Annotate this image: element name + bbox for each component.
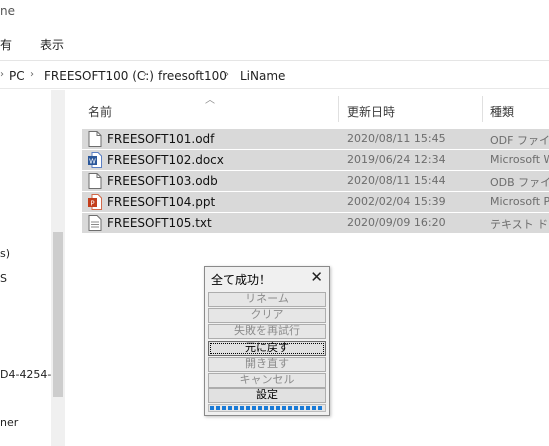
ribbon-tab-view[interactable]: 表示 <box>40 36 64 53</box>
retry-failed-button[interactable]: 失敗を再試行 <box>208 324 326 339</box>
chevron-right-icon[interactable]: › <box>30 69 34 80</box>
word-doc-icon: W <box>88 152 102 168</box>
window-title: ne <box>0 4 15 18</box>
column-header-modified[interactable]: 更新日時 <box>347 103 395 120</box>
close-icon[interactable]: ✕ <box>310 268 323 286</box>
breadcrumb-current[interactable]: LiName <box>240 69 285 83</box>
file-date: 2020/08/11 15:44 <box>347 174 446 187</box>
chevron-right-icon[interactable]: › <box>143 69 147 80</box>
file-date: 2020/09/09 16:20 <box>347 216 446 229</box>
svg-text:P: P <box>90 200 94 208</box>
nav-item[interactable]: ner <box>0 416 18 429</box>
column-divider[interactable] <box>482 96 483 122</box>
file-type: テキスト ドキ <box>490 218 549 231</box>
file-name: FREESOFT103.odb <box>107 174 218 188</box>
nav-item[interactable]: S <box>0 272 7 285</box>
file-row[interactable]: FREESOFT103.odb 2020/08/11 15:44 ODB ファイ… <box>82 171 549 192</box>
breadcrumb-folder[interactable]: freesoft100 <box>158 69 227 83</box>
clear-button[interactable]: クリア <box>208 308 326 323</box>
file-date: 2002/02/04 15:39 <box>347 195 446 208</box>
chevron-right-icon[interactable]: › <box>0 69 4 80</box>
result-dialog: 全て成功！ ✕ リネーム クリア 失敗を再試行 元に戻す 開き直す キャンセル … <box>204 266 330 416</box>
file-row[interactable]: W FREESOFT102.docx 2019/06/24 12:34 Micr… <box>82 150 549 171</box>
breadcrumb-pc[interactable]: PC <box>9 69 25 83</box>
file-row[interactable]: P FREESOFT104.ppt 2002/02/04 15:39 Micro… <box>82 192 549 213</box>
progress-bar-fill <box>210 406 324 410</box>
generic-file-icon <box>88 173 102 189</box>
cancel-button[interactable]: キャンセル <box>208 373 326 388</box>
file-name: FREESOFT104.ppt <box>107 195 216 209</box>
nav-item[interactable]: s) <box>0 247 10 260</box>
file-type: ODB ファイル <box>490 176 549 189</box>
file-row[interactable]: FREESOFT101.odf 2020/08/11 15:45 ODF ファイ… <box>82 129 549 150</box>
file-type: ODF ファイル <box>490 134 549 147</box>
file-date: 2020/08/11 15:45 <box>347 132 446 145</box>
file-type: Microsoft P <box>490 195 549 208</box>
breadcrumb-drive[interactable]: FREESOFT100 (C:) <box>44 69 154 83</box>
sort-ascending-icon: ︿ <box>205 95 215 106</box>
generic-file-icon <box>88 131 102 147</box>
undo-button[interactable]: 元に戻す <box>208 341 326 356</box>
file-name: FREESOFT101.odf <box>107 132 215 146</box>
file-name: FREESOFT105.txt <box>107 216 212 230</box>
text-file-icon <box>88 215 102 231</box>
settings-button[interactable]: 設定 <box>208 388 326 403</box>
nav-item[interactable]: D4-4254-.. <box>0 368 58 381</box>
file-type: Microsoft W <box>490 153 549 166</box>
chevron-right-icon[interactable]: › <box>225 69 229 80</box>
column-divider[interactable] <box>338 96 339 122</box>
ribbon-divider <box>0 60 549 61</box>
powerpoint-icon: P <box>88 194 102 210</box>
progress-bar <box>208 404 326 412</box>
nav-scrollbar-thumb[interactable] <box>53 232 63 397</box>
column-header-type[interactable]: 種類 <box>490 103 514 120</box>
rename-button[interactable]: リネーム <box>208 292 326 307</box>
dialog-title: 全て成功！ <box>211 273 272 287</box>
file-date: 2019/06/24 12:34 <box>347 153 446 166</box>
file-row[interactable]: FREESOFT105.txt 2020/09/09 16:20 テキスト ドキ <box>82 213 549 234</box>
file-name: FREESOFT102.docx <box>107 153 224 167</box>
svg-text:W: W <box>89 158 96 166</box>
ribbon-tab-share[interactable]: 有 <box>0 36 12 53</box>
reopen-button[interactable]: 開き直す <box>208 357 326 372</box>
column-header-name[interactable]: 名前 <box>88 103 112 120</box>
